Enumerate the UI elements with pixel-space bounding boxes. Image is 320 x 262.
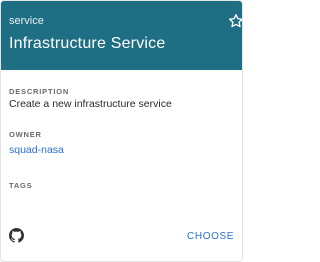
card-subtitle: service [9, 15, 44, 27]
github-icon[interactable] [9, 228, 24, 243]
choose-button[interactable]: CHOOSE [187, 231, 234, 243]
card-title: Infrastructure Service [9, 35, 166, 52]
star-icon[interactable] [228, 13, 243, 29]
description-text: Create a new infrastructure service [9, 98, 172, 110]
card-header: service Infrastructure Service [1, 1, 242, 70]
owner-link[interactable]: squad-nasa [9, 144, 64, 156]
tags-label: TAGS [9, 181, 33, 190]
template-card: service Infrastructure Service DESCRIPTI… [0, 0, 243, 262]
description-label: DESCRIPTION [9, 87, 70, 96]
owner-label: OWNER [9, 130, 42, 139]
